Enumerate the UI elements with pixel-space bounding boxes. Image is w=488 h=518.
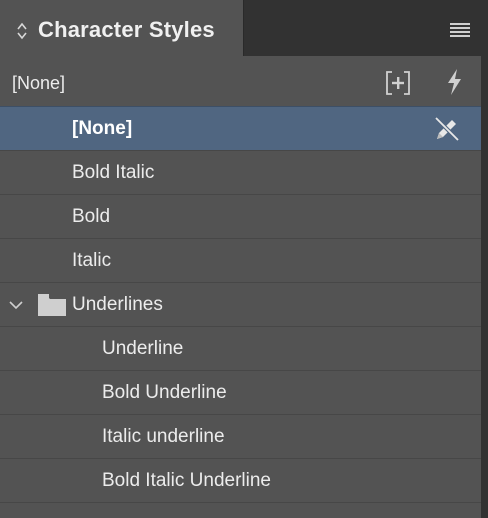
group-underlines[interactable]: Underlines	[0, 282, 481, 326]
list-item-bold-underline[interactable]: Bold Underline	[0, 370, 481, 414]
list-item-bold-italic[interactable]: Bold Italic	[0, 150, 481, 194]
list-item-bold-italic-underline[interactable]: Bold Italic Underline	[0, 458, 481, 502]
panel-tab-bar: Character Styles	[0, 0, 488, 56]
list-item-italic-underline[interactable]: Italic underline	[0, 414, 481, 458]
chevron-down-icon[interactable]	[9, 300, 23, 310]
panel-menu-icon[interactable]	[449, 22, 471, 38]
list-item-none[interactable]: [None]	[0, 106, 481, 150]
current-style-label: [None]	[12, 73, 66, 93]
new-style-icon[interactable]	[385, 70, 411, 96]
pencil-slash-icon	[434, 116, 460, 142]
styles-list: [None] Bold Italic Bold Italic Underline…	[0, 106, 481, 518]
panel-edge	[481, 56, 488, 518]
list-item-underline[interactable]: Underline	[0, 326, 481, 370]
list-item-italic[interactable]: Italic	[0, 238, 481, 282]
list-item-label: Underline	[102, 338, 184, 359]
up-down-arrows-icon[interactable]	[16, 22, 28, 40]
group-label: Underlines	[72, 294, 163, 315]
tab-character-styles[interactable]: Character Styles	[0, 0, 244, 56]
list-item-bold[interactable]: Bold	[0, 194, 481, 238]
character-styles-panel: Character Styles [None] [None] Bold Ital…	[0, 0, 488, 518]
list-item-label: [None]	[72, 118, 133, 139]
list-item-label: Bold	[72, 206, 111, 227]
lightning-icon[interactable]	[443, 68, 465, 96]
list-item-label: Bold Italic Underline	[102, 470, 271, 491]
list-item-label: Italic underline	[102, 426, 225, 447]
tab-title: Character Styles	[38, 17, 215, 42]
list-empty-area	[0, 502, 481, 518]
list-item-label: Bold Italic	[72, 162, 155, 183]
list-item-label: Bold Underline	[102, 382, 227, 403]
list-item-label: Italic	[72, 250, 112, 271]
style-header: [None]	[0, 56, 481, 106]
folder-icon	[38, 294, 66, 316]
